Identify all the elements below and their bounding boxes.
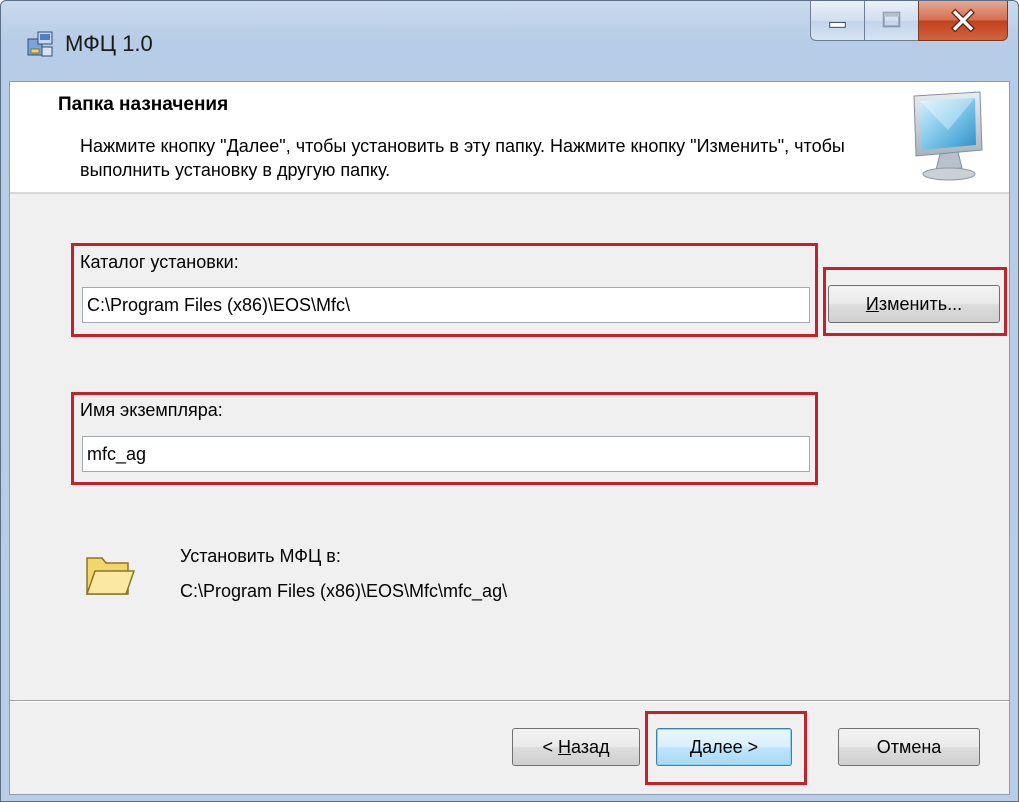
dialog-client-area: Папка назначения Нажмите кнопку "Далее",… [9, 81, 1010, 795]
installer-icon [25, 29, 55, 59]
minimize-button[interactable] [810, 1, 864, 41]
instance-name-label: Имя экземпляра: [80, 400, 223, 420]
next-button-mnemonic: Д [689, 737, 703, 757]
back-button[interactable]: < Назад [512, 728, 640, 766]
install-dir-field[interactable] [82, 287, 810, 323]
folder-icon [84, 550, 136, 600]
install-dir-label: Каталог установки: [80, 252, 239, 272]
install-target-path: C:\Program Files (x86)\EOS\Mfc\mfc_ag\ [180, 581, 508, 601]
close-button[interactable] [918, 1, 1008, 41]
caption-buttons [810, 1, 1008, 45]
maximize-icon [882, 11, 901, 28]
minimize-icon [829, 21, 846, 28]
page-description: Нажмите кнопку "Далее", чтобы установить… [80, 136, 845, 180]
header-banner: Папка назначения Нажмите кнопку "Далее",… [10, 82, 1009, 194]
maximize-button[interactable] [864, 1, 918, 41]
title-bar[interactable]: МФЦ 1.0 [1, 1, 1018, 81]
next-button[interactable]: Далее > [656, 728, 792, 766]
monitor-icon [906, 90, 986, 182]
back-button-rest: азад [570, 737, 610, 757]
change-button-rest: зменить... [878, 294, 963, 314]
back-button-mnemonic: Н [557, 737, 571, 757]
instance-name-field[interactable] [82, 436, 810, 472]
close-icon [951, 8, 975, 33]
installer-window: МФЦ 1.0 Папка назначения Нажмите кнопку … [0, 0, 1019, 802]
footer-separator [10, 700, 1009, 702]
window-title: МФЦ 1.0 [65, 31, 153, 56]
page-title: Папка назначения [58, 94, 229, 115]
change-folder-button[interactable]: Изменить... [828, 285, 1000, 323]
install-to-label: Установить МФЦ в: [180, 546, 341, 566]
cancel-button[interactable]: Отмена [838, 728, 980, 766]
change-button-mnemonic: И [865, 294, 879, 314]
back-button-prefix: < [542, 737, 558, 757]
next-button-rest: алее > [702, 737, 759, 757]
